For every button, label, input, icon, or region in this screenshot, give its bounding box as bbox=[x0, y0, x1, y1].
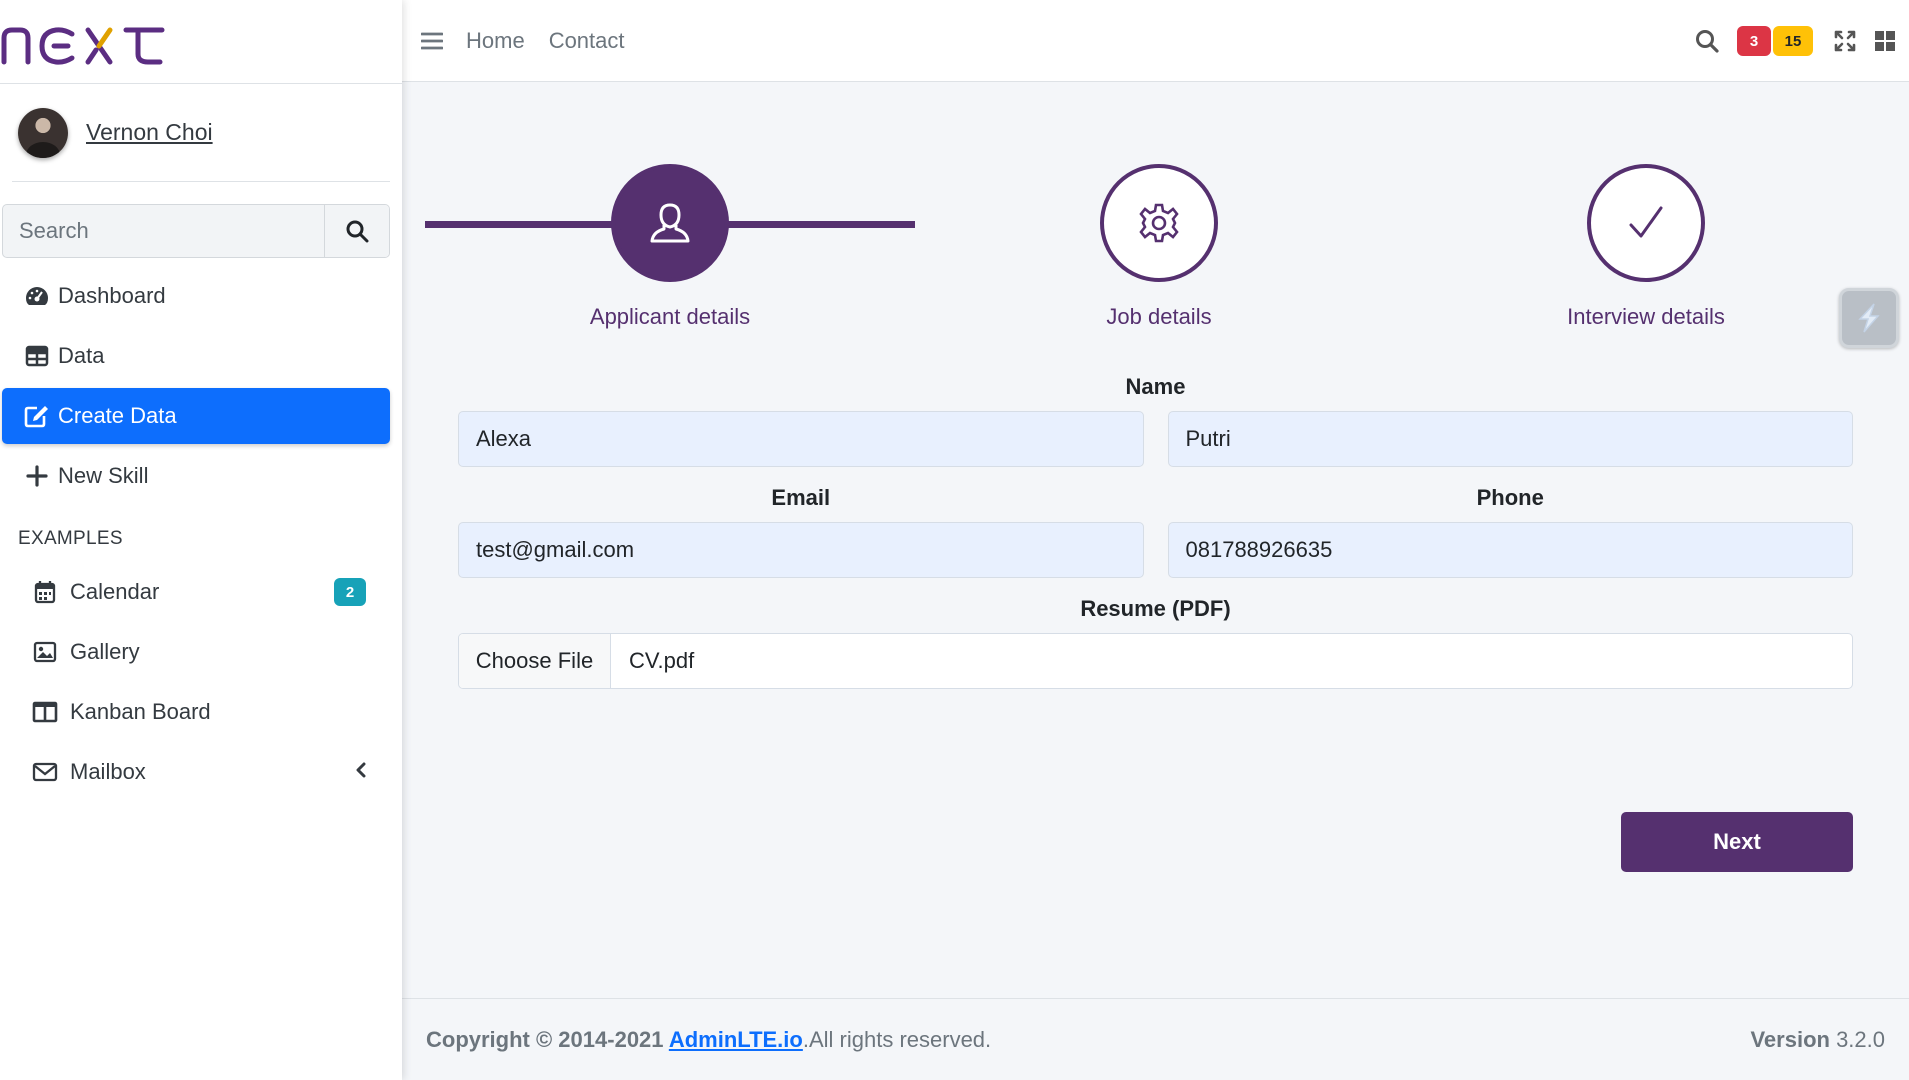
chevron-left-icon[interactable] bbox=[354, 759, 368, 785]
nav-section-header: EXAMPLES bbox=[18, 528, 123, 549]
dashboard-gauge-icon bbox=[24, 283, 50, 309]
version-label: Version bbox=[1750, 1026, 1830, 1052]
footer-copyright: Copyright © 2014-2021 AdminLTE.io.All ri… bbox=[426, 1027, 991, 1053]
grid-apps-icon[interactable] bbox=[1865, 21, 1905, 61]
sidebar-item-label: Create Data bbox=[58, 403, 177, 428]
step-job-details[interactable]: Job details bbox=[1009, 164, 1309, 330]
sidebar-item-data[interactable]: Data bbox=[2, 328, 390, 384]
calendar-count-badge: 2 bbox=[334, 578, 366, 606]
resume-label: Resume (PDF) bbox=[1080, 596, 1231, 621]
step-circle bbox=[611, 164, 729, 282]
calendar-icon bbox=[32, 579, 58, 605]
sidebar: Vernon Choi Dashboard bbox=[0, 0, 402, 1080]
next-logo-icon bbox=[1, 26, 165, 65]
sidebar-nav: Dashboard Data Create Data New Skill EXA… bbox=[0, 268, 402, 800]
plus-icon bbox=[24, 463, 50, 489]
check-icon bbox=[1629, 206, 1663, 238]
brand-logo[interactable] bbox=[0, 0, 402, 84]
sidebar-item-label: Dashboard bbox=[58, 283, 166, 308]
choose-file-button[interactable]: Choose File bbox=[459, 634, 611, 688]
notification-badge-red[interactable]: 3 bbox=[1737, 26, 1771, 56]
first-name-field[interactable]: Alexa bbox=[458, 411, 1144, 467]
menu-toggle-icon[interactable] bbox=[412, 21, 452, 61]
phone-field[interactable]: 081788926635 bbox=[1167, 522, 1853, 578]
email-field[interactable]: test@gmail.com bbox=[458, 522, 1144, 578]
sidebar-item-label: Calendar bbox=[70, 579, 160, 604]
resume-file-input[interactable]: Choose File CV.pdf bbox=[458, 633, 1853, 689]
search-icon bbox=[346, 220, 369, 243]
sidebar-search-button[interactable] bbox=[324, 205, 389, 257]
next-button[interactable]: Next bbox=[1621, 812, 1853, 872]
sidebar-item-label: Gallery bbox=[70, 639, 140, 664]
table-icon bbox=[24, 343, 50, 369]
image-icon bbox=[32, 639, 58, 665]
adminlte-link[interactable]: AdminLTE.io bbox=[669, 1027, 803, 1052]
nav-link-contact[interactable]: Contact bbox=[549, 28, 625, 54]
edit-icon bbox=[24, 403, 50, 429]
user-icon bbox=[650, 203, 690, 243]
avatar[interactable] bbox=[18, 107, 68, 158]
step-circle bbox=[1587, 164, 1705, 282]
name-label: Name bbox=[1125, 374, 1186, 399]
selected-file-name: CV.pdf bbox=[629, 648, 695, 673]
sidebar-item-create-data[interactable]: Create Data bbox=[2, 388, 390, 444]
lightning-icon bbox=[1858, 303, 1880, 333]
sidebar-item-label: Mailbox bbox=[70, 759, 146, 784]
email-label: Email bbox=[771, 485, 831, 510]
copyright-text: Copyright © 2014-2021 bbox=[426, 1026, 669, 1052]
step-applicant-details[interactable]: Applicant details bbox=[520, 164, 820, 330]
envelope-icon bbox=[32, 759, 58, 785]
last-name-field[interactable]: Putri bbox=[1167, 411, 1853, 467]
search-icon[interactable] bbox=[1687, 21, 1727, 61]
notification-badge-yellow[interactable]: 15 bbox=[1773, 26, 1813, 56]
gear-icon bbox=[1139, 203, 1179, 243]
columns-icon bbox=[32, 699, 58, 725]
sidebar-item-label: Data bbox=[58, 343, 105, 368]
user-panel: Vernon Choi bbox=[12, 84, 390, 182]
top-navbar: Home Contact 3 15 bbox=[402, 0, 1909, 82]
sidebar-item-new-skill[interactable]: New Skill bbox=[2, 448, 390, 504]
sidebar-item-mailbox[interactable]: Mailbox bbox=[2, 744, 390, 800]
sidebar-item-label: Kanban Board bbox=[70, 699, 211, 724]
step-interview-details[interactable]: Interview details bbox=[1496, 164, 1796, 330]
sidebar-search-input[interactable] bbox=[3, 205, 324, 257]
applicant-form: Name Alexa Putri Email Phone test@gmail.… bbox=[458, 372, 1853, 872]
rights-text: .All rights reserved. bbox=[802, 1026, 992, 1052]
sidebar-search bbox=[2, 204, 390, 258]
step-label: Interview details bbox=[1567, 304, 1725, 329]
footer: Copyright © 2014-2021 AdminLTE.io.All ri… bbox=[402, 998, 1909, 1080]
main-content: Applicant details Job details Interview … bbox=[402, 82, 1909, 998]
step-circle bbox=[1100, 164, 1218, 282]
sidebar-item-kanban-board[interactable]: Kanban Board bbox=[2, 684, 390, 740]
sidebar-item-dashboard[interactable]: Dashboard bbox=[2, 268, 390, 324]
user-name-link[interactable]: Vernon Choi bbox=[86, 119, 213, 146]
version-number: 3.2.0 bbox=[1829, 1026, 1885, 1052]
sidebar-item-gallery[interactable]: Gallery bbox=[2, 624, 390, 680]
footer-version: Version 3.2.0 bbox=[1750, 1027, 1885, 1053]
navbar-right: 3 15 bbox=[1687, 0, 1909, 82]
sidebar-item-calendar[interactable]: Calendar 2 bbox=[2, 564, 390, 620]
nav-link-home[interactable]: Home bbox=[466, 28, 525, 54]
progress-stepper: Applicant details Job details Interview … bbox=[402, 82, 1909, 342]
step-label: Job details bbox=[1106, 304, 1212, 329]
step-label: Applicant details bbox=[589, 304, 751, 329]
phone-label: Phone bbox=[1476, 485, 1544, 510]
fullscreen-icon[interactable] bbox=[1825, 21, 1865, 61]
sidebar-item-label: New Skill bbox=[58, 463, 149, 488]
floating-widget-button[interactable] bbox=[1839, 288, 1899, 348]
